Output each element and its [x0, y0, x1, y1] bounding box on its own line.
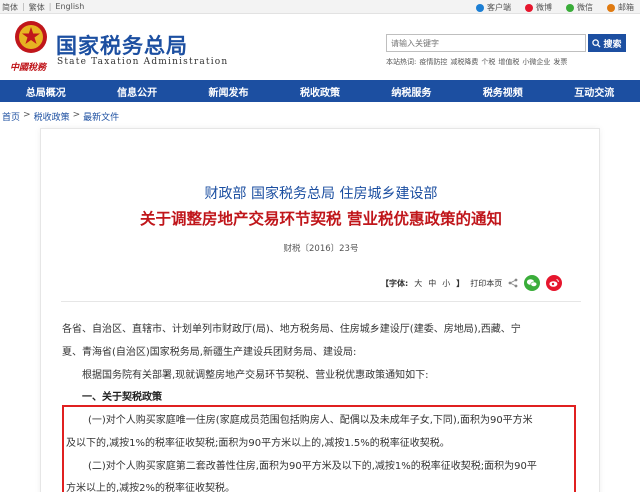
language-switcher: 简体 | 繁体 | English: [2, 2, 84, 13]
hot-words-label: 本站热词:: [386, 58, 417, 66]
weibo-link-label: 微博: [536, 3, 552, 12]
section-heading-deed-tax: 一、关于契税政策: [82, 392, 162, 403]
search-bar: 搜索: [386, 34, 626, 52]
site-title-english: State Taxation Administration: [57, 57, 229, 67]
hot-words: 本站热词: 疫情防控 减税降费 个税 增值税 小微企业 发票: [386, 57, 567, 67]
utility-links: 客户端 微博 微信 邮箱: [476, 2, 634, 13]
client-link[interactable]: 客户端: [476, 2, 511, 13]
weibo-icon: [525, 3, 533, 12]
font-size-small[interactable]: 小: [442, 278, 450, 289]
hot-word[interactable]: 疫情防控: [419, 57, 447, 67]
article-divider: [61, 301, 581, 302]
client-link-label: 客户端: [487, 3, 511, 12]
hot-word[interactable]: 减税降费: [450, 57, 478, 67]
breadcrumb-separator: >: [23, 110, 31, 120]
hot-word[interactable]: 小微企业: [522, 57, 550, 67]
paragraph-clause-1b: 及以下的,减按1%的税率征收契税;面积为90平方米以上的,减按1.5%的税率征收…: [66, 438, 450, 449]
font-size-large[interactable]: 大: [414, 278, 422, 289]
breadcrumb-separator: >: [72, 110, 81, 120]
lang-separator: |: [22, 2, 25, 11]
paragraph-clause-2a: (二)对个人购买家庭第二套改善性住房,面积为90平方米及以下的,减按1%的税率征…: [88, 461, 537, 472]
nav-item-info-disclosure[interactable]: 信息公开: [91, 80, 182, 102]
share-icon[interactable]: [508, 278, 518, 288]
article-tools: 【字体: 大 中 小 】 打印本页: [381, 275, 563, 291]
paragraph-intro: 根据国务院有关部署,现就调整房地产交易环节契税、营业税优惠政策通知如下:: [82, 370, 429, 381]
wechat-link-label: 微信: [577, 3, 593, 12]
tax-logo-text: 中國稅務: [10, 63, 47, 73]
print-page-link[interactable]: 打印本页: [470, 278, 502, 289]
lang-simplified[interactable]: 简体: [2, 2, 18, 13]
wechat-share-icon[interactable]: [524, 275, 541, 291]
search-input[interactable]: [386, 34, 586, 52]
weibo-share-icon[interactable]: [546, 275, 563, 291]
mobile-icon: [476, 3, 484, 12]
hot-word[interactable]: 增值税: [498, 57, 519, 67]
site-title[interactable]: 国家税务总局: [56, 30, 188, 60]
breadcrumb-home[interactable]: 首页: [2, 110, 20, 123]
search-button[interactable]: 搜索: [588, 34, 626, 52]
lang-separator: |: [48, 2, 52, 11]
paragraph-clause-1a: (一)对个人购买家庭唯一住房(家庭成员范围包括购房人、配偶以及未成年子女,下同)…: [88, 415, 533, 426]
article-issuer: 财政部 国家税务总局 住房城乡建设部: [204, 186, 438, 202]
top-utility-bar: 简体 | 繁体 | English 客户端 微博 微信 邮箱: [0, 0, 640, 14]
hot-word[interactable]: 个税: [481, 57, 495, 67]
paragraph-recipients-2: 夏、青海省(自治区)国家税务局,新疆生产建设兵团财务局、建设局:: [62, 347, 357, 358]
site-header: 中國稅務 国家税务总局 State Taxation Administratio…: [0, 14, 640, 78]
nav-item-overview[interactable]: 总局概况: [0, 80, 91, 102]
nav-item-tax-policy[interactable]: 税收政策: [274, 80, 365, 102]
document-number: 财税〔2016〕23号: [283, 244, 359, 254]
mail-link[interactable]: 邮箱: [607, 2, 634, 13]
nav-item-interaction[interactable]: 互动交流: [549, 80, 640, 102]
mail-icon: [607, 3, 615, 12]
lang-traditional[interactable]: 繁体: [29, 2, 45, 13]
weibo-link[interactable]: 微博: [525, 2, 552, 13]
breadcrumb-tax-policy[interactable]: 税收政策: [34, 110, 70, 123]
font-size-medium[interactable]: 中: [428, 278, 436, 289]
national-emblem-icon[interactable]: [14, 20, 48, 54]
search-icon: [592, 38, 602, 48]
nav-item-tax-service[interactable]: 纳税服务: [366, 80, 457, 102]
breadcrumb-latest-files[interactable]: 最新文件: [83, 110, 119, 123]
wechat-icon: [566, 3, 574, 12]
wechat-link[interactable]: 微信: [566, 2, 593, 13]
mail-link-label: 邮箱: [618, 3, 634, 12]
search-button-label: 搜索: [603, 39, 622, 50]
breadcrumb: 首页 > 税收政策 > 最新文件: [2, 110, 119, 123]
paragraph-recipients-1: 各省、自治区、直辖市、计划单列市财政厅(局)、地方税务局、住房城乡建设厅(建委、…: [62, 324, 521, 335]
font-size-label: 【字体:: [381, 278, 409, 288]
font-size-end: 】: [456, 278, 465, 288]
paragraph-clause-2b: 方米以上的,减按2%的税率征收契税。: [66, 483, 236, 492]
article-title: 关于调整房地产交易环节契税 营业税优惠政策的通知: [140, 210, 502, 228]
nav-item-tax-video[interactable]: 税务视频: [457, 80, 548, 102]
nav-item-news[interactable]: 新闻发布: [183, 80, 274, 102]
main-nav: 总局概况 信息公开 新闻发布 税收政策 纳税服务 税务视频 互动交流: [0, 80, 640, 102]
lang-english[interactable]: English: [55, 2, 84, 13]
hot-word[interactable]: 发票: [553, 57, 567, 67]
